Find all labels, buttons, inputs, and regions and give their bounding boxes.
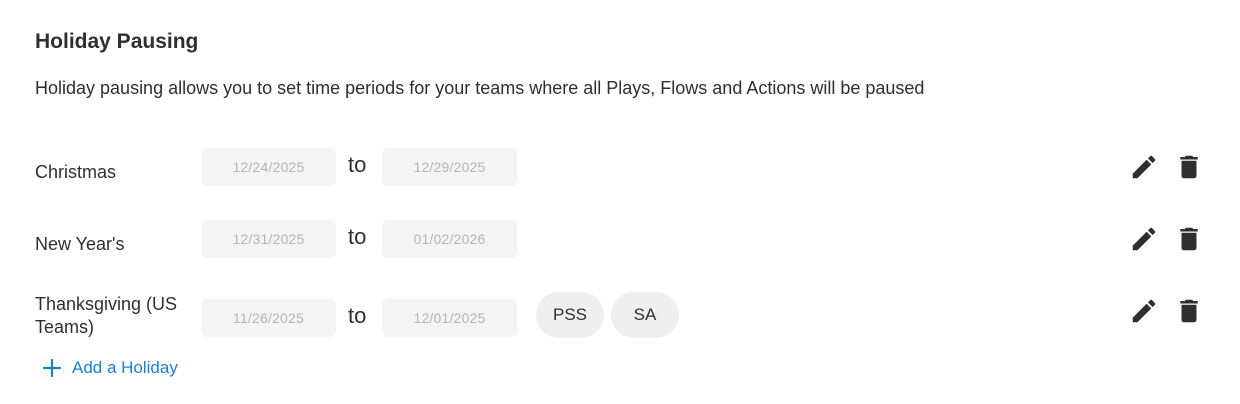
holiday-name: Christmas [35, 162, 117, 182]
team-chip-pss[interactable]: PSS [536, 292, 604, 338]
end-date-field[interactable]: 12/29/2025 [382, 148, 517, 186]
date-separator: to [348, 303, 367, 328]
date-separator: to [348, 224, 367, 249]
holiday-name: Thanksgiving (US Teams) [35, 294, 178, 337]
start-date-field[interactable]: 12/24/2025 [201, 148, 336, 186]
delete-button[interactable] [1174, 152, 1204, 182]
delete-button[interactable] [1174, 296, 1204, 326]
delete-button[interactable] [1174, 224, 1204, 254]
pencil-icon [1132, 227, 1156, 251]
trash-icon [1180, 227, 1198, 251]
holiday-pausing-section: Holiday Pausing Holiday pausing allows y… [0, 0, 1240, 404]
holiday-row-new-years: New Year's 12/31/2025 to 01/02/2026 [0, 220, 1240, 280]
add-holiday-button[interactable]: Add a Holiday [42, 358, 178, 378]
start-date-field[interactable]: 11/26/2025 [201, 299, 336, 337]
edit-button[interactable] [1129, 152, 1159, 182]
end-date-field[interactable]: 01/02/2026 [382, 220, 517, 258]
section-description: Holiday pausing allows you to set time p… [35, 78, 925, 98]
date-separator: to [348, 152, 367, 177]
end-date-field[interactable]: 12/01/2025 [382, 299, 517, 337]
pencil-icon [1132, 299, 1156, 323]
section-title: Holiday Pausing [35, 30, 199, 53]
trash-icon [1180, 155, 1198, 179]
edit-button[interactable] [1129, 296, 1159, 326]
start-date-field[interactable]: 12/31/2025 [201, 220, 336, 258]
holiday-row-christmas: Christmas 12/24/2025 to 12/29/2025 [0, 148, 1240, 208]
trash-icon [1180, 299, 1198, 323]
team-chip-sa[interactable]: SA [611, 292, 679, 338]
holiday-name: New Year's [35, 234, 125, 254]
edit-button[interactable] [1129, 224, 1159, 254]
plus-icon [42, 358, 62, 378]
add-holiday-label: Add a Holiday [72, 358, 178, 377]
pencil-icon [1132, 155, 1156, 179]
holiday-row-thanksgiving: Thanksgiving (US Teams) 11/26/2025 to 12… [0, 292, 1240, 359]
